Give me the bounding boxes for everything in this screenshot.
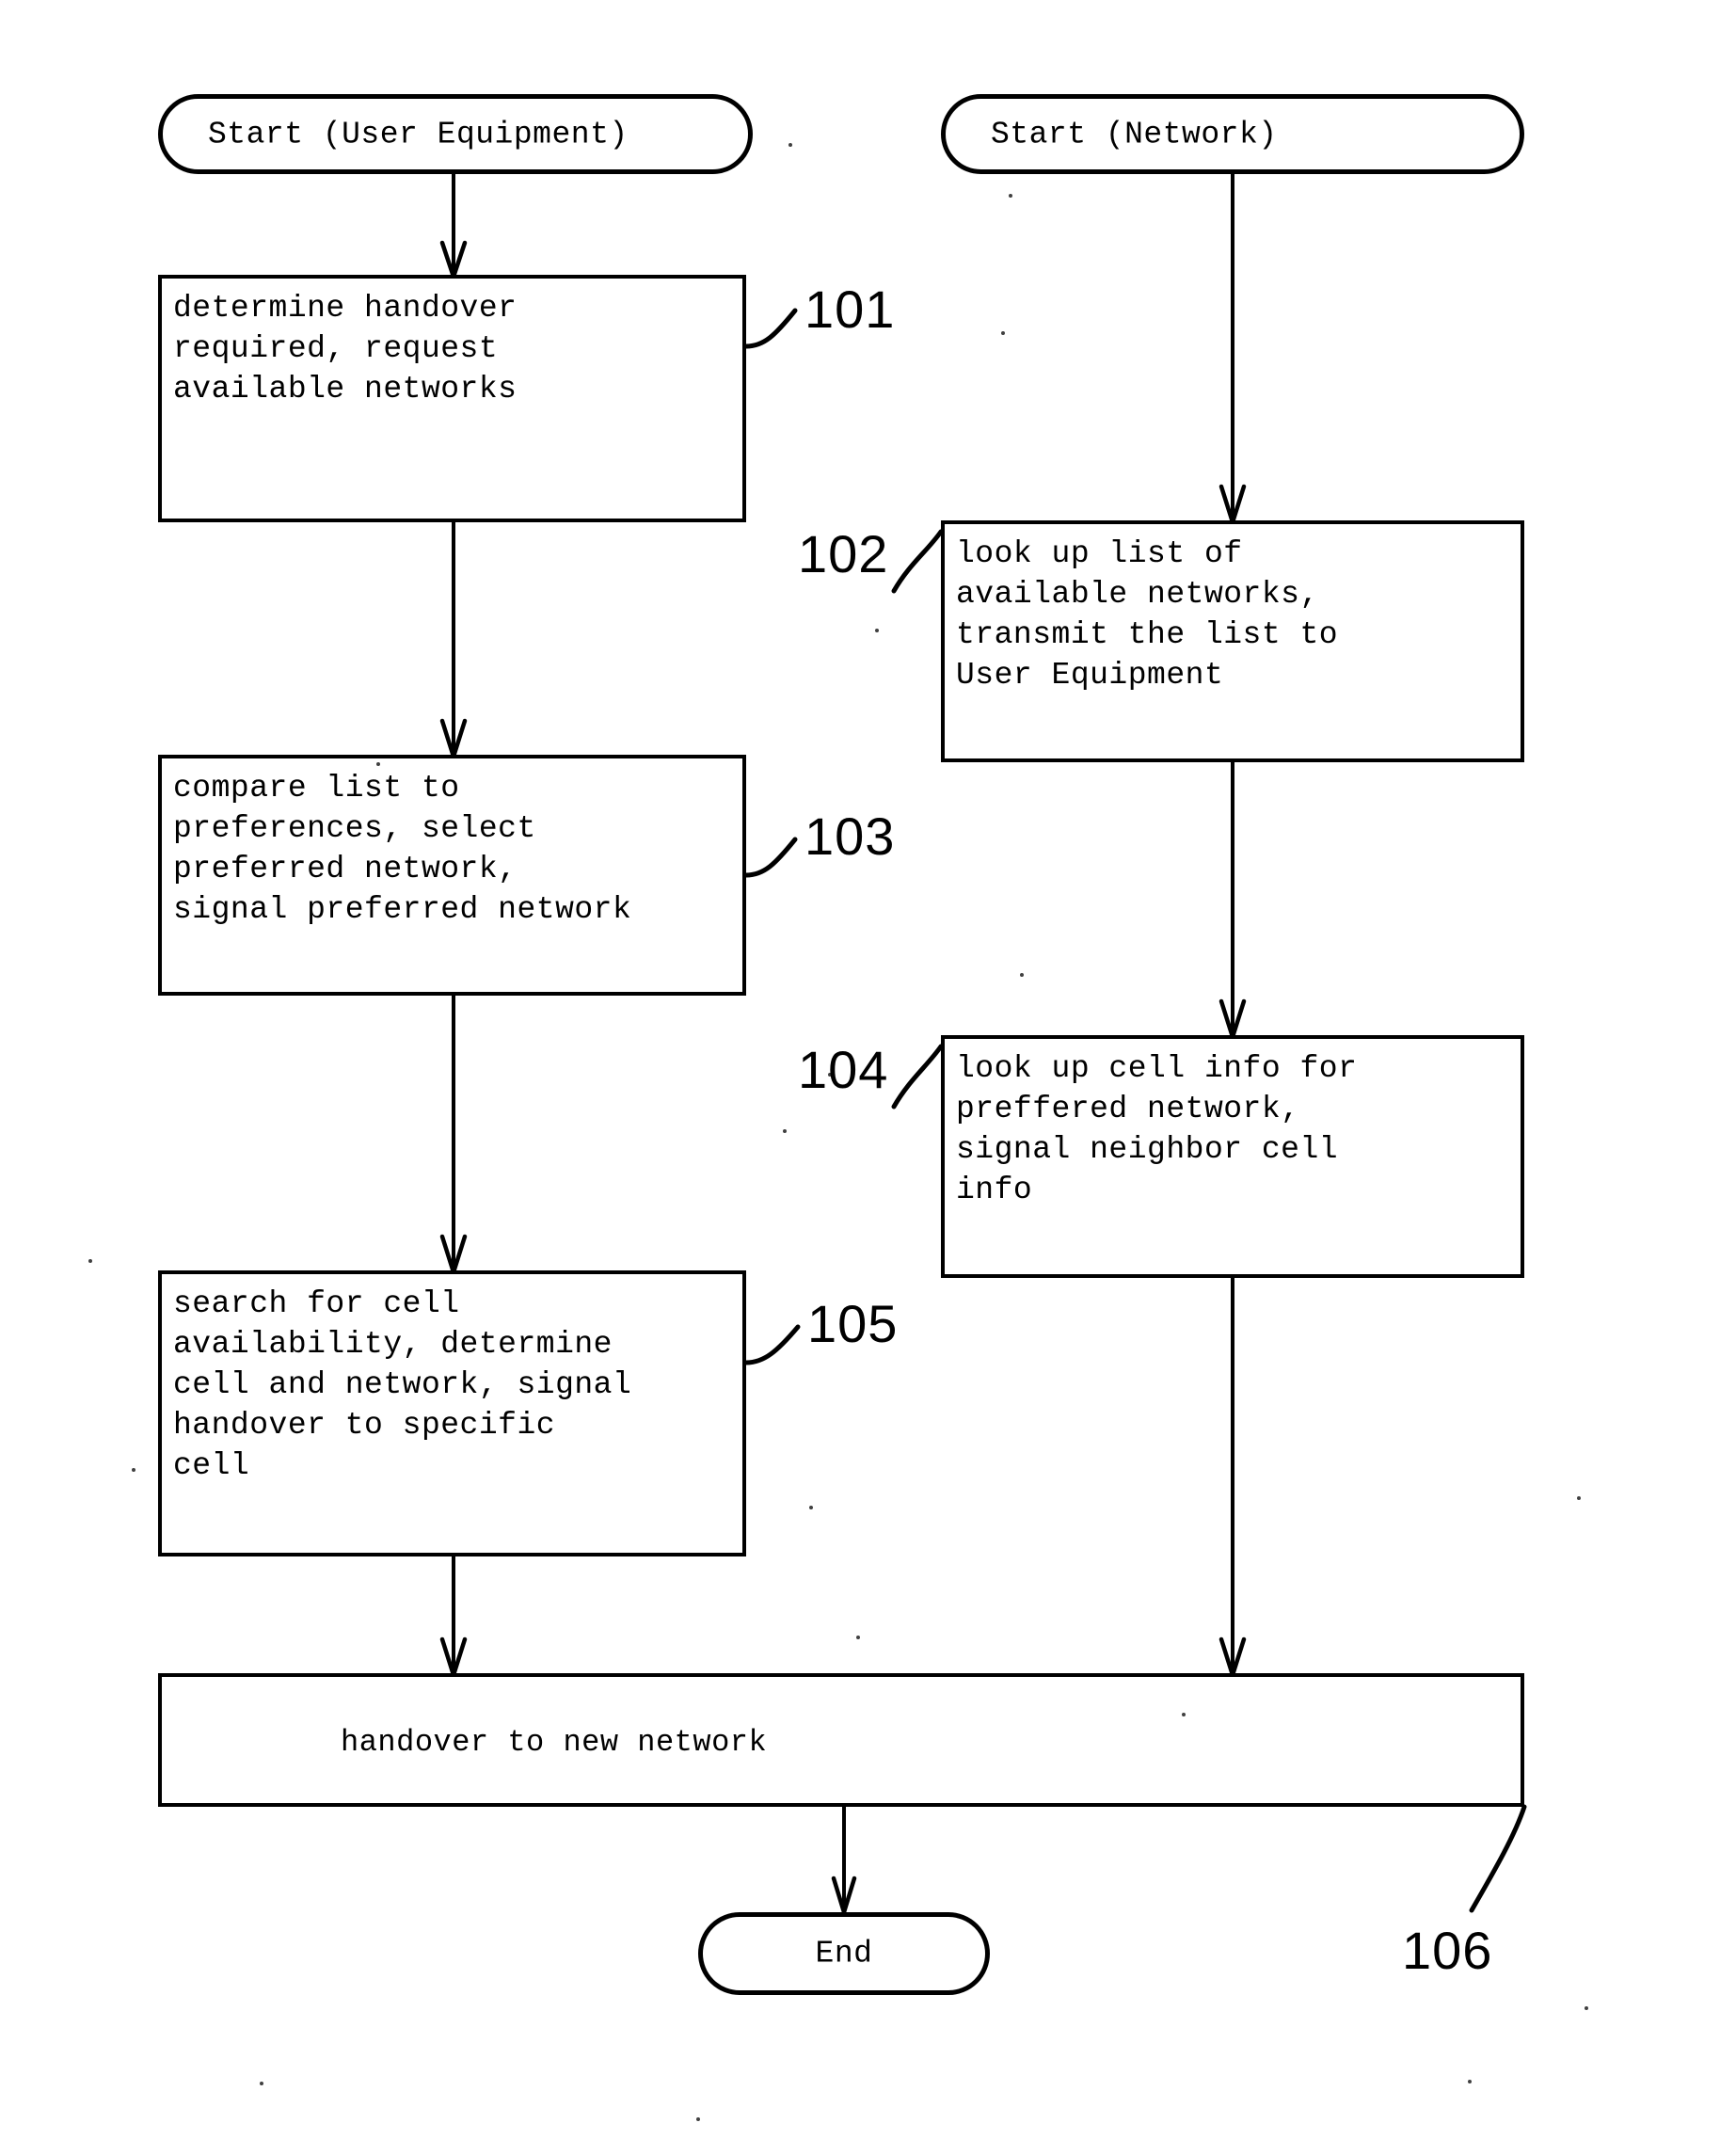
scan-speck <box>376 762 380 766</box>
scan-speck <box>1577 1496 1581 1500</box>
scan-speck <box>1009 194 1012 198</box>
edge-start-ue-to-101 <box>439 174 468 279</box>
start-node-user-equipment: Start (User Equipment) <box>158 94 753 174</box>
edge-105-to-106 <box>439 1556 468 1678</box>
scan-speck <box>809 1506 813 1509</box>
process-box-105-text: search for cell availability, determine … <box>173 1286 632 1483</box>
scan-speck <box>788 143 792 147</box>
scan-speck <box>1001 331 1005 335</box>
scan-speck <box>1585 2006 1588 2010</box>
edge-104-to-106 <box>1218 1278 1247 1678</box>
edge-106-to-end <box>831 1807 857 1915</box>
leader-105 <box>743 1324 801 1365</box>
start-node-network: Start (Network) <box>941 94 1524 174</box>
process-box-106-text: handover to new network <box>341 1725 768 1760</box>
leader-106 <box>1469 1804 1527 1913</box>
leader-101 <box>743 308 798 349</box>
reference-numeral-106: 106 <box>1402 1921 1493 1980</box>
process-box-101: determine handover required, request ava… <box>158 275 746 522</box>
reference-numeral-104: 104 <box>798 1040 889 1099</box>
reference-numeral-102: 102 <box>798 524 889 583</box>
reference-numeral-103: 103 <box>804 806 896 866</box>
start-node-user-equipment-label: Start (User Equipment) <box>208 117 629 152</box>
process-box-104-text: look up cell info for preffered network,… <box>956 1051 1358 1207</box>
end-node: End <box>698 1912 990 1995</box>
end-node-label: End <box>815 1936 873 1971</box>
process-box-101-text: determine handover required, request ava… <box>173 291 518 407</box>
process-box-103-text: compare list to preferences, select pref… <box>173 771 632 927</box>
scan-speck <box>783 1129 787 1133</box>
scan-speck <box>828 1073 832 1077</box>
reference-numeral-105: 105 <box>807 1294 899 1353</box>
reference-numeral-101: 101 <box>804 279 896 339</box>
scan-speck <box>88 1259 92 1263</box>
edge-102-to-104 <box>1218 762 1247 1040</box>
process-box-104: look up cell info for preffered network,… <box>941 1035 1524 1278</box>
process-box-105: search for cell availability, determine … <box>158 1270 746 1556</box>
scan-speck <box>875 629 879 632</box>
scan-speck <box>856 1636 860 1639</box>
leader-103 <box>743 837 798 878</box>
process-box-102: look up list of available networks, tran… <box>941 520 1524 762</box>
scan-speck <box>696 2117 700 2121</box>
scan-speck <box>1020 973 1024 977</box>
scan-speck <box>260 2082 263 2085</box>
process-box-102-text: look up list of available networks, tran… <box>956 536 1339 693</box>
edge-start-network-to-102 <box>1218 174 1247 525</box>
scan-speck <box>1182 1713 1186 1716</box>
process-box-106: handover to new network <box>158 1673 1524 1807</box>
edge-101-to-103 <box>439 522 468 759</box>
leader-102 <box>891 529 944 594</box>
leader-104 <box>891 1044 944 1109</box>
start-node-network-label: Start (Network) <box>991 117 1278 152</box>
scan-speck <box>132 1468 135 1472</box>
figure-canvas: .conn { stroke:#000; stroke-width:4; fil… <box>0 0 1736 2155</box>
scan-speck <box>1468 2080 1472 2083</box>
process-box-103: compare list to preferences, select pref… <box>158 755 746 996</box>
edge-103-to-105 <box>439 996 468 1275</box>
